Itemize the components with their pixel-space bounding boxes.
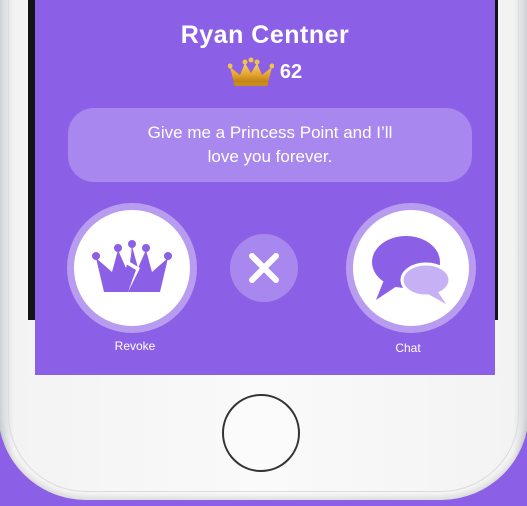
chat-bubbles-icon	[372, 236, 452, 304]
broken-crown-icon	[92, 240, 172, 292]
message-bubble: Give me a Princess Point and I’ll love y…	[68, 108, 472, 182]
score-row: 62	[35, 56, 495, 88]
chat-label: Chat	[395, 341, 421, 355]
message-text: Give me a Princess Point and I’ll love y…	[147, 123, 393, 166]
app-screen: Ryan Centner 62 Give me a Princess Point…	[35, 0, 495, 375]
profile-name: Ryan Centner	[180, 21, 350, 49]
chat-button[interactable]	[346, 203, 476, 333]
dismiss-button[interactable]	[230, 234, 298, 302]
close-icon	[249, 253, 279, 283]
home-button[interactable]	[222, 394, 300, 472]
score-value: 62	[279, 60, 303, 83]
revoke-button[interactable]	[67, 203, 197, 333]
crown-icon	[227, 57, 274, 86]
revoke-label: Revoke	[114, 339, 156, 353]
